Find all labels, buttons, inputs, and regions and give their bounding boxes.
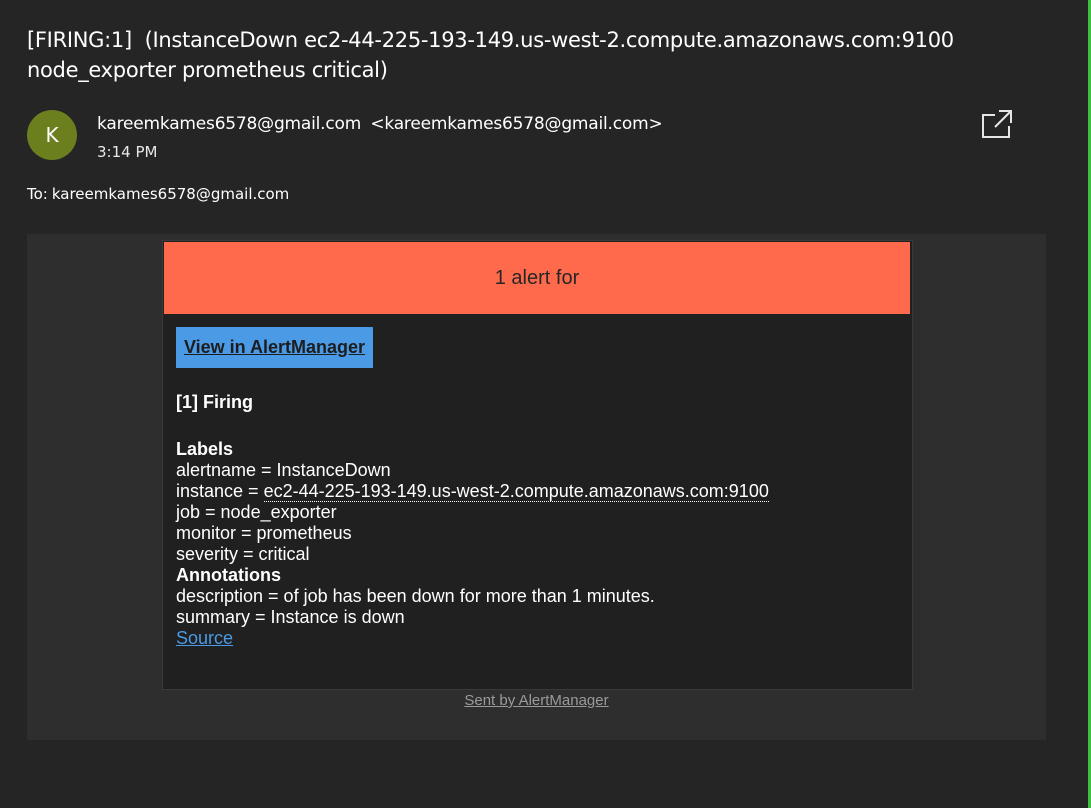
email-reading-pane: [FIRING:1] (InstanceDown ec2-44-225-193-… <box>0 0 1091 808</box>
view-in-alertmanager-label[interactable]: View in AlertManager <box>184 337 365 358</box>
avatar-initial: K <box>45 123 59 147</box>
label-monitor: monitor = prometheus <box>176 523 352 543</box>
alert-card: 1 alert for View in AlertManager [1] Fir… <box>162 240 913 690</box>
email-body: 1 alert for View in AlertManager [1] Fir… <box>27 234 1046 740</box>
sender-line[interactable]: kareemkames6578@gmail.com <kareemkames65… <box>97 112 663 136</box>
to-address[interactable]: kareemkames6578@gmail.com <box>52 185 289 203</box>
label-severity: severity = critical <box>176 544 310 564</box>
sent-by-alertmanager-link[interactable]: Sent by AlertManager <box>464 692 608 709</box>
recipients-line: To: kareemkames6578@gmail.com <box>27 184 289 204</box>
labels-heading: Labels <box>176 439 234 459</box>
sender-avatar[interactable]: K <box>27 110 77 160</box>
received-time: 3:14 PM <box>97 143 158 161</box>
annotation-description: description = of job has been down for m… <box>176 586 655 606</box>
sender-name[interactable]: kareemkames6578@gmail.com <box>97 114 361 134</box>
label-instance-prefix: instance = <box>176 481 264 501</box>
annotations-heading: Annotations <box>176 565 281 585</box>
sender-address: <kareemkames6578@gmail.com> <box>370 114 663 134</box>
alert-header-text: 1 alert for <box>494 266 580 289</box>
to-label: To: <box>27 185 48 203</box>
email-subject: [FIRING:1] (InstanceDown ec2-44-225-193-… <box>27 28 961 82</box>
source-link[interactable]: Source <box>176 628 233 648</box>
label-alertname: alertname = InstanceDown <box>176 460 391 480</box>
label-instance: instance = ec2-44-225-193-149.us-west-2.… <box>176 481 769 502</box>
popout-window-icon[interactable] <box>981 109 1013 139</box>
label-job: job = node_exporter <box>176 502 337 522</box>
alert-header: 1 alert for <box>164 242 910 314</box>
view-in-alertmanager-button[interactable]: View in AlertManager <box>176 327 373 368</box>
annotation-summary: summary = Instance is down <box>176 607 405 627</box>
firing-heading: [1] Firing <box>176 392 253 412</box>
alert-details: [1] Firing Labels alertname = InstanceDo… <box>176 392 769 649</box>
label-instance-link[interactable]: ec2-44-225-193-149.us-west-2.compute.ama… <box>263 481 769 502</box>
alert-footer: Sent by AlertManager <box>27 692 1046 709</box>
